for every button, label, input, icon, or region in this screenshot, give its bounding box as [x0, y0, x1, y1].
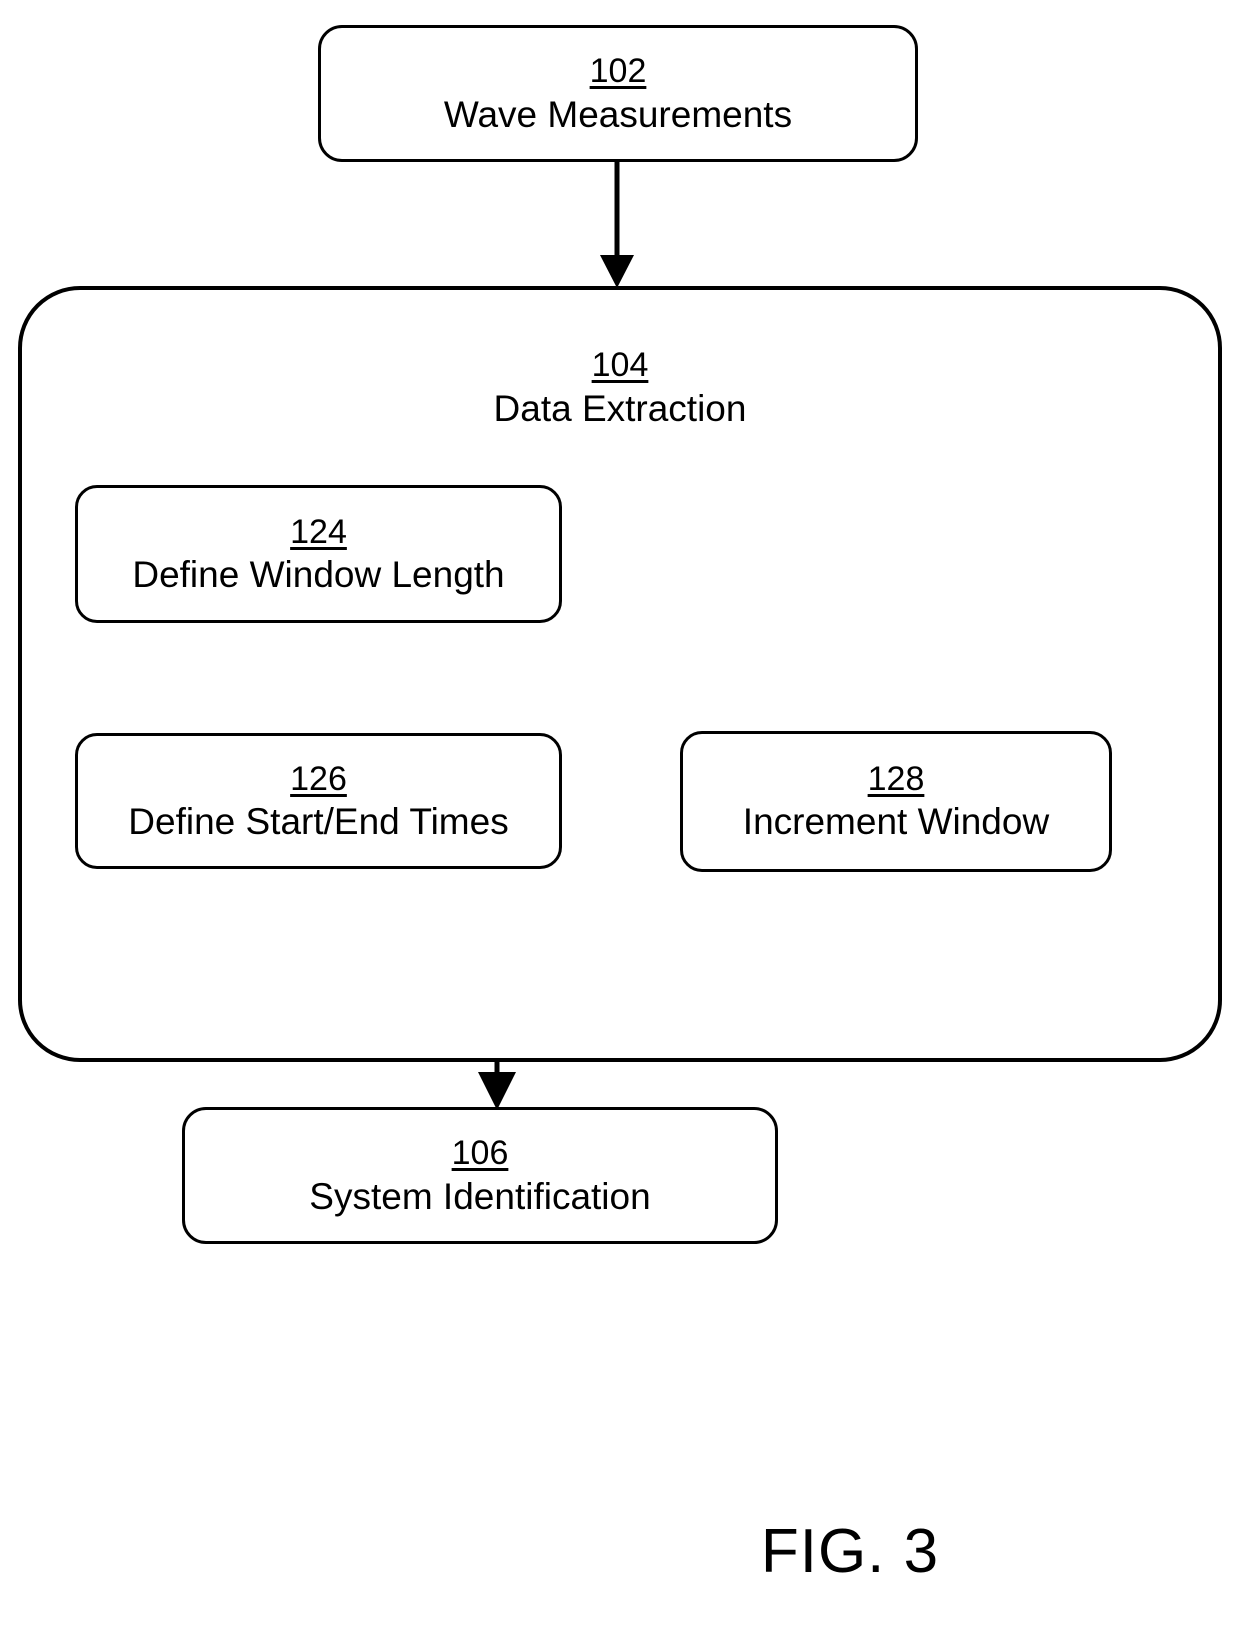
- node-define-window-length-ref: 124: [290, 512, 347, 551]
- node-increment-window[interactable]: 128 Increment Window: [680, 731, 1112, 872]
- node-define-start-end-times-ref: 126: [290, 759, 347, 798]
- node-define-start-end-times-label: Define Start/End Times: [128, 800, 509, 842]
- node-system-identification-ref: 106: [451, 1133, 509, 1172]
- node-system-identification-label: System Identification: [309, 1175, 651, 1217]
- arrow-wave-measurements-to-data-extraction: [600, 162, 634, 288]
- figure-caption: FIG. 3: [760, 1517, 940, 1586]
- node-system-identification[interactable]: 106 System Identification: [182, 1107, 778, 1244]
- node-increment-window-label: Increment Window: [742, 801, 1050, 843]
- node-define-window-length[interactable]: 124 Define Window Length: [75, 485, 562, 623]
- node-define-start-end-times[interactable]: 126 Define Start/End Times: [75, 733, 562, 869]
- node-define-window-length-label: Define Window Length: [132, 553, 505, 595]
- node-data-extraction-label: Data Extraction: [493, 388, 747, 430]
- node-data-extraction-ref: 104: [591, 346, 649, 384]
- node-data-extraction-header: 104 Data Extraction: [22, 346, 1218, 430]
- figure-3-flow-diagram: 104 Data Extraction 102 Wave Measurement…: [0, 0, 1240, 1633]
- node-wave-measurements[interactable]: 102 Wave Measurements: [318, 25, 918, 162]
- node-wave-measurements-ref: 102: [589, 51, 647, 90]
- node-increment-window-ref: 128: [867, 760, 925, 799]
- node-data-extraction-container[interactable]: 104 Data Extraction: [18, 286, 1222, 1062]
- node-wave-measurements-label: Wave Measurements: [443, 93, 793, 135]
